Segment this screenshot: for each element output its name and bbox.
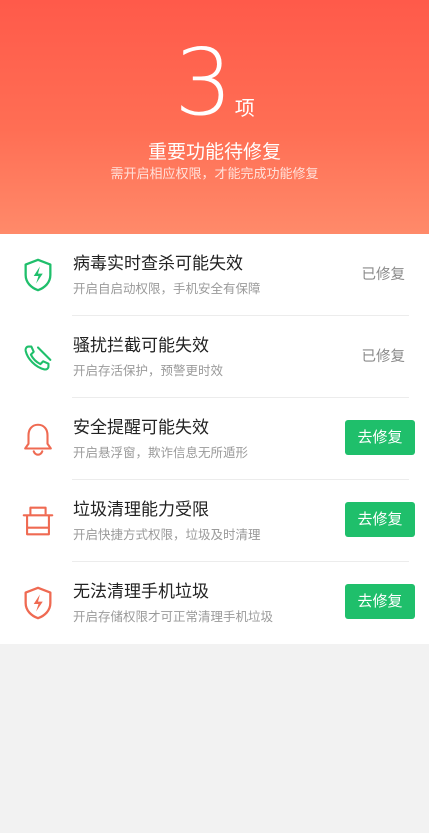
- item-description: 开启悬浮窗，欺诈信息无所遁形: [73, 445, 249, 460]
- repair-list: 病毒实时查杀可能失效 开启自启动权限，手机安全有保障 已修复 骚扰拦截可能失效 …: [0, 234, 429, 644]
- fixed-status: 已修复: [361, 267, 406, 283]
- trash-bin-icon: [18, 501, 58, 541]
- item-title: 无法清理手机垃圾: [73, 582, 209, 602]
- fix-button[interactable]: 去修复: [345, 502, 415, 537]
- phone-blocked-icon: [18, 337, 58, 377]
- item-title: 安全提醒可能失效: [73, 418, 209, 438]
- item-description: 开启存储权限才可正常清理手机垃圾: [73, 609, 274, 624]
- shield-lightning-icon: [18, 255, 58, 295]
- item-title: 垃圾清理能力受限: [73, 500, 209, 520]
- shield-lightning-icon: [18, 583, 58, 623]
- list-item-junk-cleanup: 垃圾清理能力受限 开启快捷方式权限，垃圾及时清理 去修复: [0, 480, 429, 562]
- fixed-status: 已修复: [361, 349, 406, 365]
- item-title: 骚扰拦截可能失效: [73, 336, 209, 356]
- item-description: 开启存活保护，预警更时效: [73, 363, 224, 378]
- list-item-phone-junk: 无法清理手机垃圾 开启存储权限才可正常清理手机垃圾 去修复: [0, 562, 429, 644]
- fix-button[interactable]: 去修复: [345, 584, 415, 619]
- item-description: 开启自启动权限，手机安全有保障: [73, 281, 261, 296]
- fix-button[interactable]: 去修复: [345, 420, 415, 455]
- issue-count-number: 3: [174, 29, 233, 136]
- item-description: 开启快捷方式权限，垃圾及时清理: [73, 527, 261, 542]
- header-subtitle: 需开启相应权限，才能完成功能修复: [110, 167, 319, 182]
- header-title: 重要功能待修复: [147, 141, 281, 163]
- issue-count: 3 项: [0, 29, 429, 136]
- bell-icon: [18, 419, 58, 459]
- list-item-harassment-block: 骚扰拦截可能失效 开启存活保护，预警更时效 已修复: [0, 316, 429, 398]
- item-title: 病毒实时查杀可能失效: [73, 254, 243, 274]
- list-item-virus-scan: 病毒实时查杀可能失效 开启自启动权限，手机安全有保障 已修复: [0, 234, 429, 316]
- header-banner: 3 项 重要功能待修复 需开启相应权限，才能完成功能修复: [0, 0, 429, 234]
- issue-count-unit: 项: [234, 96, 255, 120]
- list-item-security-alert: 安全提醒可能失效 开启悬浮窗，欺诈信息无所遁形 去修复: [0, 398, 429, 480]
